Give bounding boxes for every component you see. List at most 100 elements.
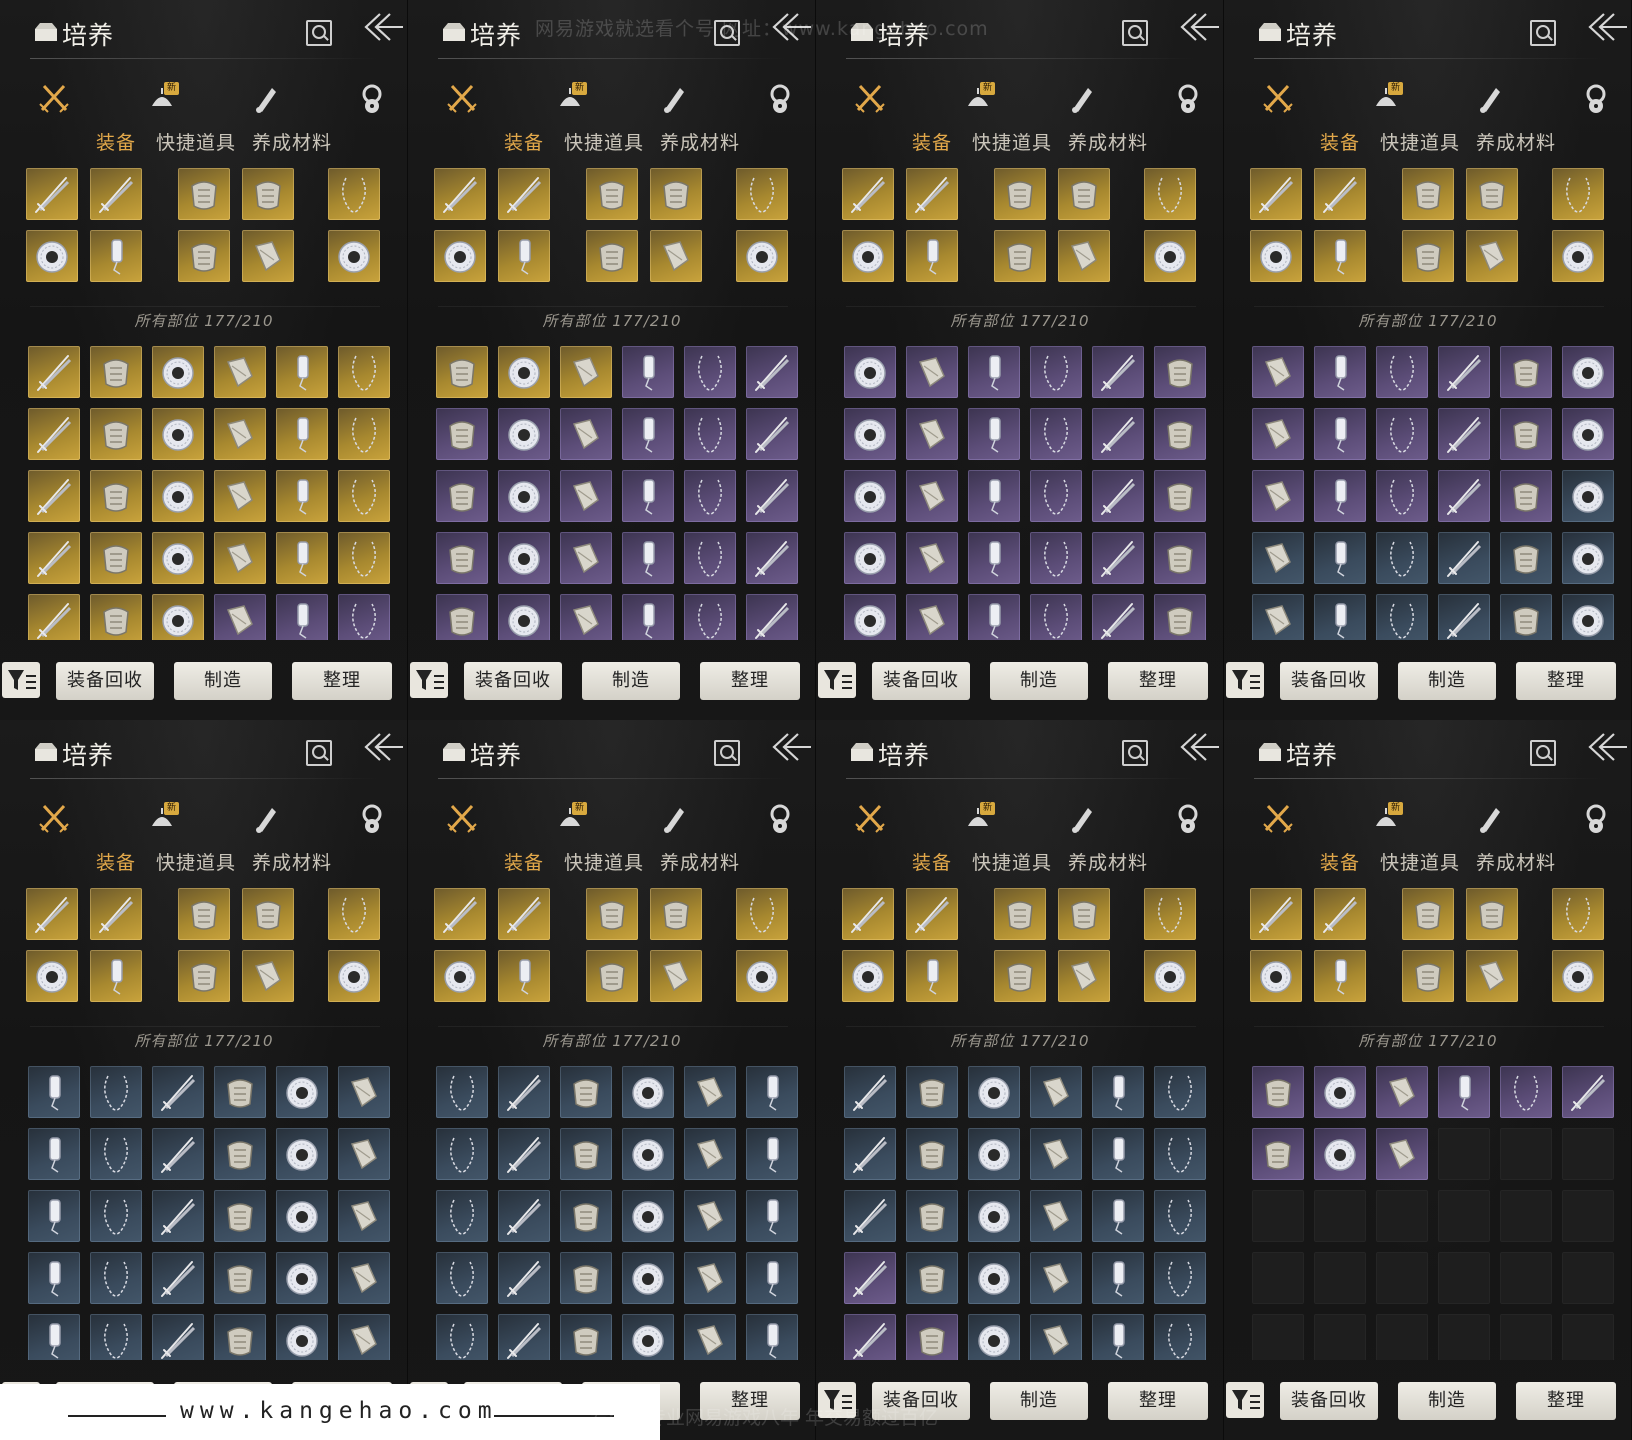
sort-button[interactable]: 整理 [700,662,800,700]
equipped-slot[interactable] [242,888,294,940]
empty-inventory-slot[interactable] [1500,1128,1552,1180]
inventory-item[interactable] [746,1066,798,1118]
equipped-slot[interactable] [842,168,894,220]
consumable-tab-icon[interactable]: 新 [1366,78,1406,118]
equipped-slot[interactable] [328,230,380,282]
inventory-item[interactable] [746,532,798,584]
inventory-item[interactable] [746,1190,798,1242]
inventory-item[interactable] [906,594,958,640]
inventory-item[interactable] [746,346,798,398]
inventory-item[interactable] [338,408,390,460]
equipped-slot[interactable] [1250,168,1302,220]
equipment-tab-icon[interactable] [34,78,74,118]
category-tab[interactable]: 快捷道具 [1380,848,1460,875]
inventory-item[interactable] [338,594,390,640]
inventory-item[interactable] [214,1314,266,1360]
inventory-item[interactable] [28,1128,80,1180]
category-tab[interactable]: 装备 [96,128,136,155]
inventory-item[interactable] [1314,532,1366,584]
inventory-item[interactable] [338,470,390,522]
empty-inventory-slot[interactable] [1562,1128,1614,1180]
inventory-item[interactable] [28,1252,80,1304]
inventory-item[interactable] [90,1190,142,1242]
inventory-item[interactable] [214,532,266,584]
inventory-item[interactable] [214,470,266,522]
material-tab-icon[interactable] [352,798,392,838]
category-tab[interactable]: 装备 [96,848,136,875]
material-tab-icon[interactable] [1168,798,1208,838]
inventory-item[interactable] [1438,346,1490,398]
equipped-slot[interactable] [90,888,142,940]
inventory-item[interactable] [338,1066,390,1118]
inventory-item[interactable] [152,1190,204,1242]
back-arrows-icon[interactable] [1178,10,1220,44]
equipped-slot[interactable] [1314,888,1366,940]
equipped-slot[interactable] [90,168,142,220]
empty-inventory-slot[interactable] [1562,1190,1614,1242]
inventory-item[interactable] [152,408,204,460]
equipment-tab-icon[interactable] [1258,78,1298,118]
empty-inventory-slot[interactable] [1314,1252,1366,1304]
inventory-item[interactable] [90,408,142,460]
inventory-item[interactable] [684,1190,736,1242]
back-arrows-icon[interactable] [1586,730,1628,764]
scroll-tab-icon[interactable] [1062,798,1102,838]
inventory-item[interactable] [1092,408,1144,460]
inventory-item[interactable] [436,594,488,640]
inventory-item[interactable] [560,1190,612,1242]
inventory-item[interactable] [276,1190,328,1242]
inventory-item[interactable] [844,1314,896,1360]
empty-inventory-slot[interactable] [1252,1252,1304,1304]
inventory-item[interactable] [1376,594,1428,640]
inventory-item[interactable] [1154,1066,1206,1118]
inventory-item[interactable] [436,408,488,460]
equipped-slot[interactable] [1466,950,1518,1002]
category-tab[interactable]: 装备 [1320,848,1360,875]
inventory-item[interactable] [844,408,896,460]
equipped-slot[interactable] [1250,950,1302,1002]
inventory-item[interactable] [622,1066,674,1118]
equipped-slot[interactable] [586,168,638,220]
inventory-item[interactable] [1314,1066,1366,1118]
inventory-item[interactable] [1154,1190,1206,1242]
inventory-item[interactable] [276,408,328,460]
category-tab[interactable]: 装备 [912,128,952,155]
inventory-item[interactable] [1252,346,1304,398]
search-icon[interactable] [306,20,332,46]
empty-inventory-slot[interactable] [1438,1190,1490,1242]
empty-inventory-slot[interactable] [1252,1314,1304,1360]
inventory-item[interactable] [906,532,958,584]
empty-inventory-slot[interactable] [1500,1190,1552,1242]
inventory-item[interactable] [152,1128,204,1180]
inventory-item[interactable] [968,408,1020,460]
inventory-item[interactable] [622,1314,674,1360]
category-tab[interactable]: 养成材料 [1068,128,1148,155]
inventory-item[interactable] [1500,470,1552,522]
equipped-slot[interactable] [1402,950,1454,1002]
equipped-slot[interactable] [650,888,702,940]
equipped-slot[interactable] [90,230,142,282]
equipped-slot[interactable] [906,168,958,220]
recycle-button[interactable]: 装备回收 [1280,662,1378,700]
inventory-item[interactable] [1314,346,1366,398]
inventory-item[interactable] [1252,408,1304,460]
equipped-slot[interactable] [994,230,1046,282]
inventory-item[interactable] [622,1190,674,1242]
inventory-item[interactable] [152,1252,204,1304]
sort-button[interactable]: 整理 [1108,662,1208,700]
material-tab-icon[interactable] [1576,798,1616,838]
inventory-item[interactable] [560,1066,612,1118]
inventory-item[interactable] [746,1128,798,1180]
inventory-item[interactable] [152,532,204,584]
inventory-item[interactable] [436,470,488,522]
inventory-item[interactable] [152,1314,204,1360]
equipped-slot[interactable] [1058,888,1110,940]
craft-button[interactable]: 制造 [1398,1382,1496,1420]
back-arrows-icon[interactable] [362,10,404,44]
inventory-item[interactable] [214,1066,266,1118]
inventory-item[interactable] [684,532,736,584]
inventory-item[interactable] [1252,1066,1304,1118]
inventory-item[interactable] [1438,408,1490,460]
inventory-item[interactable] [684,1128,736,1180]
equipped-slot[interactable] [434,950,486,1002]
